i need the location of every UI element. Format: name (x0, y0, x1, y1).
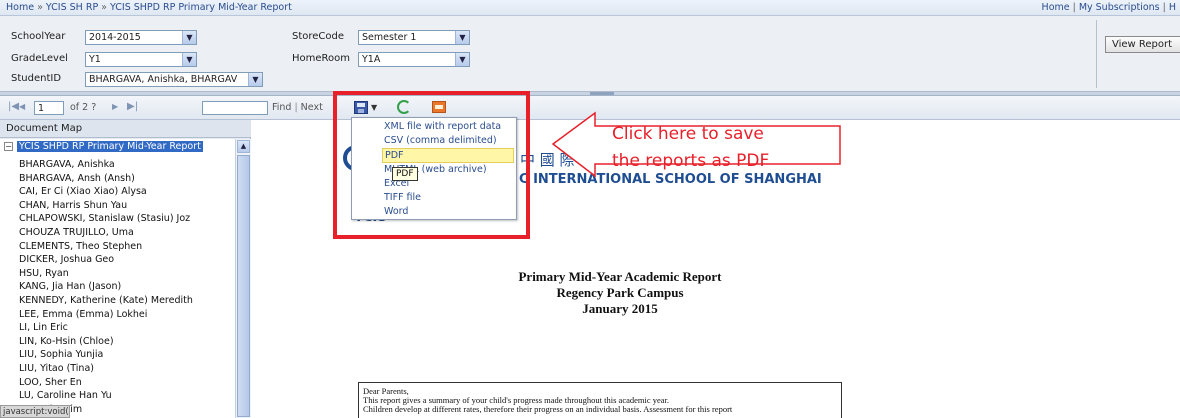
student-id-label: StudentID (11, 73, 62, 84)
document-map-item[interactable]: CHLAPOWSKI, Stanislaw (Stasiu) Joz (19, 213, 190, 224)
document-map-item[interactable]: CHOUZA TRUJILLO, Uma (19, 227, 134, 238)
document-map-item[interactable]: CAI, Er Ci (Xiao Xiao) Alysa (19, 186, 147, 197)
callout-line-2: the reports as PDF (612, 151, 770, 171)
collapse-icon[interactable]: − (4, 142, 13, 151)
home-link[interactable]: Home (1042, 2, 1070, 13)
school-year-select[interactable]: 2014-2015 ▼ (85, 30, 197, 45)
school-year-label: SchoolYear (11, 31, 66, 42)
grade-level-label: GradeLevel (11, 53, 68, 64)
next-page-icon[interactable]: ▶ (112, 102, 118, 111)
scroll-up-icon[interactable]: ▲ (237, 140, 250, 153)
report-title: Primary Mid-Year Academic Report (518, 269, 722, 284)
document-map-root[interactable]: − YCIS SHPD RP Primary Mid-Year Report (4, 141, 203, 152)
report-toolbar: |◀ ◀ 1 of 2 ? ▶ ▶| Find | Next ▼ (0, 96, 1180, 120)
callout-line-1: Click here to save (612, 124, 764, 144)
report-date: January 2015 (582, 301, 658, 316)
document-map-item[interactable]: BHARGAVA, Anishka (19, 159, 115, 170)
document-map-item[interactable]: KANG, Jia Han (Jason) (19, 281, 121, 292)
chevron-down-icon: ▼ (248, 73, 262, 86)
chevron-down-icon: ▼ (182, 31, 196, 44)
chevron-down-icon: ▼ (182, 53, 196, 66)
grade-level-select[interactable]: Y1 ▼ (85, 52, 197, 67)
store-code-select[interactable]: Semester 1 ▼ (358, 30, 470, 45)
document-map-list: − YCIS SHPD RP Primary Mid-Year Report BH… (0, 139, 235, 418)
parent-letter: Dear Parents, This report gives a summar… (358, 382, 842, 418)
school-name-chinese: 中 國 際 學 (520, 151, 595, 169)
document-map-item[interactable]: BHARGAVA, Ansh (Ansh) (19, 173, 135, 184)
find-controls: Find | Next (272, 102, 323, 113)
breadcrumb-home[interactable]: Home (6, 2, 34, 13)
find-next-link[interactable]: Next (301, 102, 323, 113)
document-map-title: Document Map (0, 120, 251, 138)
previous-page-icon[interactable]: ◀ (19, 102, 25, 111)
breadcrumb: Home» YCIS SH RP» YCIS SHPD RP Primary Mid… (6, 2, 292, 13)
my-subscriptions-link[interactable]: My Subscriptions (1079, 2, 1160, 13)
parameter-panel: SchoolYear 2014-2015 ▼ StoreCode Semeste… (0, 16, 1180, 92)
breadcrumb-ycis-sh-rp[interactable]: YCIS SH RP (46, 2, 98, 13)
letter-line: Dear Parents, (363, 387, 409, 396)
chevron-down-icon: ▼ (455, 31, 469, 44)
home-room-label: HomeRoom (292, 53, 351, 64)
top-bar: Home» YCIS SH RP» YCIS SHPD RP Primary Mid… (0, 0, 1180, 16)
document-map-item[interactable]: HSU, Ryan (19, 268, 69, 279)
store-code-label: StoreCode (292, 31, 345, 42)
splitter-grip-icon[interactable] (590, 92, 614, 95)
divider (1096, 20, 1097, 88)
document-map-item[interactable]: LIN, Ko-Hsin (Chloe) (19, 336, 114, 347)
document-map-root-label[interactable]: YCIS SHPD RP Primary Mid-Year Report (17, 141, 203, 152)
last-page-icon[interactable]: ▶| (127, 101, 138, 112)
document-map-item[interactable]: CLEMENTS, Theo Stephen (19, 241, 142, 252)
page-number-input[interactable]: 1 (34, 101, 64, 115)
highlight-box (333, 91, 530, 239)
document-map-item[interactable]: LI, Lin Eric (19, 322, 68, 333)
view-report-button[interactable]: View Report (1105, 36, 1180, 53)
breadcrumb-report[interactable]: YCIS SHPD RP Primary Mid-Year Report (110, 2, 292, 13)
help-link[interactable]: H (1169, 2, 1176, 13)
report-campus: Regency Park Campus (556, 285, 684, 300)
document-map-item[interactable]: LU, Caroline Han Yu (19, 390, 112, 401)
top-links: Home | My Subscriptions | H (1041, 2, 1176, 13)
scrollbar-thumb[interactable] (237, 155, 250, 417)
page-count-label: of 2 ? (70, 102, 97, 113)
document-map-panel: Document Map − YCIS SHPD RP Primary Mid-Y… (0, 120, 251, 418)
student-id-select[interactable]: BHARGAVA, Anishka, BHARGAV ▼ (85, 72, 263, 87)
home-room-select[interactable]: Y1A ▼ (358, 52, 470, 67)
document-map-item[interactable]: CHAN, Harris Shun Yau (19, 200, 127, 211)
document-map-item[interactable]: LOO, Sher En (19, 377, 82, 388)
document-map-item[interactable]: LIU, Yitao (Tina) (19, 363, 94, 374)
find-input[interactable] (202, 101, 268, 115)
school-name-english: C INTERNATIONAL SCHOOL OF SHANGHAI (519, 172, 822, 187)
chevron-down-icon: ▼ (455, 53, 469, 66)
letter-line: Children develop at different rates, the… (363, 405, 733, 414)
document-map-item[interactable]: LIU, Sophia Yunjia (19, 349, 103, 360)
find-link[interactable]: Find (272, 102, 291, 113)
document-map-item[interactable]: KENNEDY, Katherine (Kate) Meredith (19, 295, 193, 306)
document-map-scrollbar[interactable]: ▲ (235, 139, 251, 418)
letter-line: This report gives a summary of your chil… (363, 396, 670, 405)
first-page-icon[interactable]: |◀ (8, 101, 19, 112)
document-map-item[interactable]: DICKER, Joshua Geo (19, 254, 114, 265)
document-map-item[interactable]: LEE, Emma (Emma) Lokhei (19, 309, 147, 320)
status-bar: javascript:void(0) (0, 405, 70, 418)
